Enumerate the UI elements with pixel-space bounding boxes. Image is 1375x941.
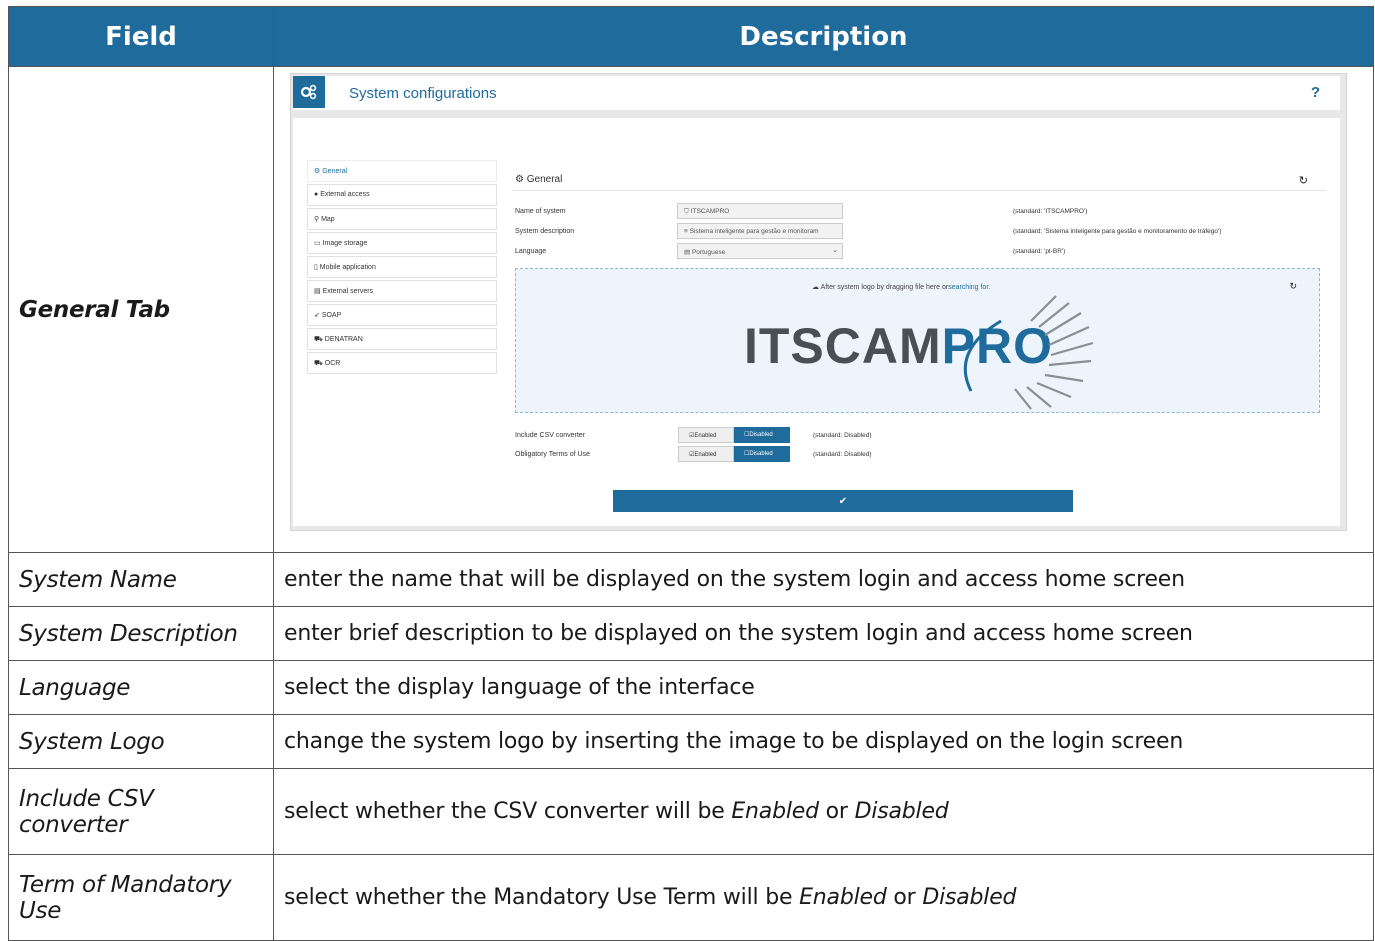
description-language: select the display language of the inter…: [273, 660, 1374, 715]
field-description-table: Field Description General Tab System con…: [8, 6, 1374, 941]
header-field: Field: [8, 6, 274, 67]
settings-sidebar: ⚙ General ● External access ⚲ Map ▭ Imag…: [307, 160, 497, 376]
language-standard: (standard: 'pt-BR'): [1013, 248, 1066, 255]
system-configurations-screenshot: System configurations ? ⚙ General ● Exte…: [290, 73, 1347, 531]
header-description: Description: [273, 6, 1374, 67]
csv-disabled-button[interactable]: ☐Disabled: [734, 427, 790, 443]
sidebar-item-soap[interactable]: ➶ SOAP: [307, 304, 497, 326]
table-row: Language select the display language of …: [8, 660, 1374, 715]
dropzone-text: ☁ After system logo by dragging file her…: [812, 284, 991, 291]
language-label: Language: [515, 248, 547, 255]
chevron-down-icon: ⌄: [832, 247, 838, 254]
terms-of-use-standard: (standard: Disabled): [813, 451, 872, 458]
terms-of-use-label: Obligatory Terms of Use: [515, 451, 590, 458]
screenshot-body: ⚙ General ● External access ⚲ Map ▭ Imag…: [293, 118, 1340, 526]
csv-converter-standard: (standard: Disabled): [813, 432, 872, 439]
csv-enabled-button[interactable]: ☑Enabled: [678, 427, 734, 443]
table-row: System Name enter the name that will be …: [8, 552, 1374, 607]
logo-dropzone[interactable]: ☁ After system logo by dragging file her…: [515, 268, 1320, 413]
sidebar-item-ocr[interactable]: ⛟ OCR: [307, 352, 497, 374]
name-of-system-label: Name of system: [515, 208, 566, 215]
save-button[interactable]: ✔: [613, 490, 1073, 512]
name-of-system-standard: (standard: 'ITSCAMPRO'): [1013, 208, 1088, 215]
csv-converter-toggle: ☑Enabled ☐Disabled: [678, 427, 790, 443]
search-link[interactable]: searching for.: [948, 284, 990, 291]
screenshot-title: System configurations: [349, 85, 497, 102]
field-system-logo: System Logo: [8, 714, 274, 769]
name-of-system-input[interactable]: ⛉ ITSCAMPRO: [677, 203, 843, 219]
terms-of-use-toggle: ☑Enabled ☐Disabled: [678, 446, 790, 462]
field-language: Language: [8, 660, 274, 715]
table-row: System Logo change the system logo by in…: [8, 714, 1374, 769]
language-select[interactable]: ▤ Portuguese ⌄: [677, 243, 843, 259]
logo-reset-icon[interactable]: ↻: [1289, 281, 1297, 292]
check-icon: ✔: [838, 495, 848, 507]
sidebar-item-mobile-application[interactable]: ▯ Mobile application: [307, 256, 497, 278]
table-row: Term of Mandatory Use select whether the…: [8, 854, 1374, 941]
table-header-row: Field Description: [8, 6, 1374, 67]
table-row: System Description enter brief descripti…: [8, 606, 1374, 661]
field-term-of-mandatory-use: Term of Mandatory Use: [8, 854, 274, 941]
screenshot-header: System configurations ?: [293, 76, 1340, 110]
divider: [513, 190, 1326, 191]
sidebar-item-external-servers[interactable]: ▤ External servers: [307, 280, 497, 302]
field-system-description: System Description: [8, 606, 274, 661]
terms-enabled-button[interactable]: ☑Enabled: [678, 446, 734, 462]
sidebar-item-general[interactable]: ⚙ General: [307, 160, 497, 182]
system-description-label: System description: [515, 228, 575, 235]
help-icon[interactable]: ?: [1311, 84, 1320, 101]
sidebar-item-map[interactable]: ⚲ Map: [307, 208, 497, 230]
system-description-standard: (standard: 'Sistema inteligente para ges…: [1013, 228, 1222, 235]
csv-converter-label: Include CSV converter: [515, 432, 586, 439]
sidebar-item-external-access[interactable]: ● External access: [307, 184, 497, 206]
sidebar-item-denatran[interactable]: ⛟ DENATRAN: [307, 328, 497, 350]
terms-disabled-button[interactable]: ☐Disabled: [734, 446, 790, 462]
reset-icon[interactable]: ↻: [1299, 174, 1308, 187]
description-include-csv-converter: select whether the CSV converter will be…: [273, 768, 1374, 855]
field-system-name: System Name: [8, 552, 274, 607]
field-include-csv-converter: Include CSV converter: [8, 768, 274, 855]
table-row: General Tab System configurations ? ⚙ Ge…: [8, 66, 1374, 553]
field-general-tab: General Tab: [8, 66, 274, 553]
sidebar-item-image-storage[interactable]: ▭ Image storage: [307, 232, 497, 254]
gears-icon: [293, 76, 325, 108]
logo-rays-graphic: [963, 295, 1094, 410]
description-term-of-mandatory-use: select whether the Mandatory Use Term wi…: [273, 854, 1374, 941]
table-row: Include CSV converter select whether the…: [8, 768, 1374, 855]
system-description-input[interactable]: ≡ Sistema inteligente para gestão e moni…: [677, 223, 843, 239]
panel-title: ⚙ General: [515, 174, 563, 185]
description-system-logo: change the system logo by inserting the …: [273, 714, 1374, 769]
description-system-description: enter brief description to be displayed …: [273, 606, 1374, 661]
description-system-name: enter the name that will be displayed on…: [273, 552, 1374, 607]
